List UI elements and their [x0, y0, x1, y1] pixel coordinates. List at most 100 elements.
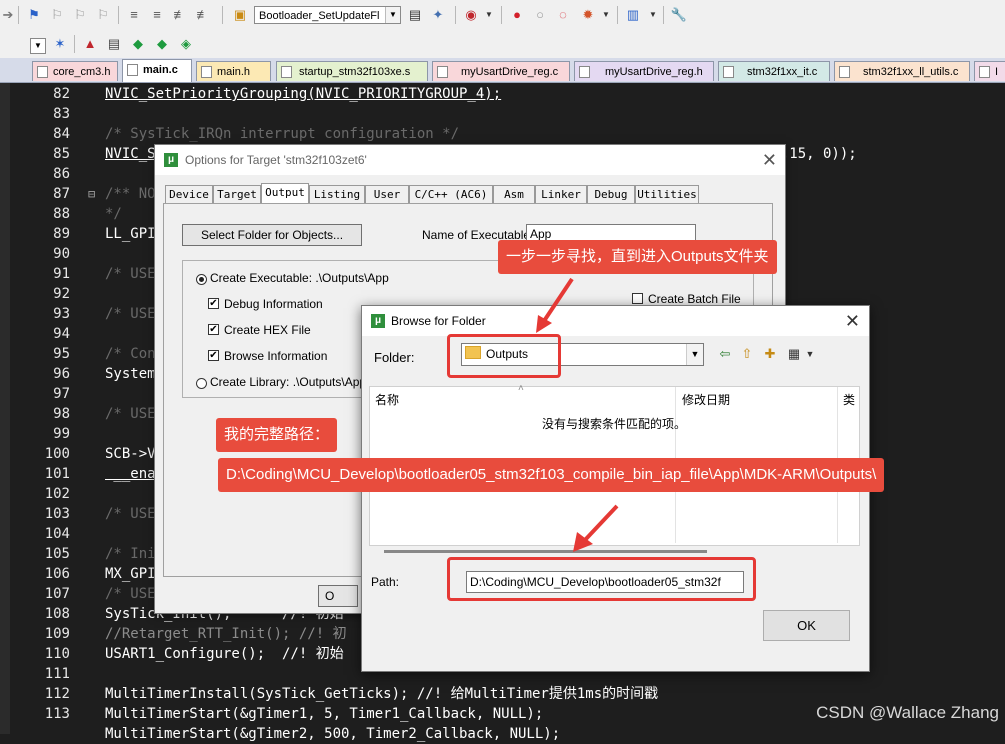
tab-main-h[interactable]: main.h: [196, 61, 271, 81]
manage-icon[interactable]: ▤: [407, 7, 423, 23]
device-database-icon[interactable]: ◈: [178, 36, 194, 52]
window-layout-icon[interactable]: ▥: [625, 7, 641, 23]
code-line[interactable]: /* USE: [105, 584, 156, 604]
pack-installer-icon[interactable]: ◆: [130, 36, 146, 52]
ok-button[interactable]: OK: [763, 610, 850, 641]
ok-button[interactable]: O: [318, 585, 358, 607]
target-options-icon[interactable]: ▣: [232, 7, 248, 23]
code-line[interactable]: /* USE: [105, 264, 156, 284]
select-packs-icon[interactable]: ▤: [106, 36, 122, 52]
code-line[interactable]: /* SysTick_IRQn interrupt configuration …: [105, 124, 459, 144]
tab-cpp[interactable]: C/C++ (AC6): [409, 185, 493, 203]
disable-breakpoint-icon[interactable]: ○: [532, 7, 548, 23]
line-number: 102: [44, 486, 70, 502]
column-name[interactable]: 名称: [375, 391, 399, 408]
code-line[interactable]: MultiTimerStart(&gTimer2, 500, Timer2_Ca…: [105, 724, 560, 744]
magic-wand-icon[interactable]: ✶: [52, 36, 68, 52]
new-folder-icon[interactable]: ✚: [762, 346, 778, 362]
tab-listing[interactable]: Listing: [309, 185, 365, 203]
tab-target[interactable]: Target: [213, 185, 261, 203]
tab-asm[interactable]: Asm: [493, 185, 535, 203]
breakpoint-dropdown-icon[interactable]: ▼: [598, 7, 614, 23]
indent-icon[interactable]: ≡: [126, 7, 142, 23]
horizontal-scrollbar[interactable]: [384, 550, 707, 553]
code-line[interactable]: USART1_Configure(); //! 初始: [105, 644, 344, 664]
uncomment-icon[interactable]: ≢: [195, 7, 211, 23]
close-icon[interactable]: ✕: [762, 145, 777, 175]
tab-stm32f1xx-ll-utils-c[interactable]: stm32f1xx_ll_utils.c: [834, 61, 970, 81]
back-icon[interactable]: ⇦: [717, 346, 733, 362]
code-line[interactable]: NVIC_SetPriorityGrouping(NVIC_PRIORITYGR…: [105, 84, 501, 104]
tab-stm32f1xx-it-c[interactable]: stm32f1xx_it.c: [718, 61, 830, 81]
create-batch-checkbox[interactable]: [632, 293, 643, 304]
column-modified[interactable]: 修改日期: [682, 391, 730, 408]
find-dropdown-icon[interactable]: ▼: [481, 7, 497, 23]
manage-packs-icon[interactable]: ▲: [82, 36, 98, 52]
column-type[interactable]: 类: [843, 391, 855, 408]
breakpoint-icon[interactable]: ●: [509, 7, 525, 23]
create-library-radio[interactable]: [196, 378, 207, 389]
tab-label: stm32f1xx_it.c: [747, 66, 818, 78]
code-line[interactable]: /* USE: [105, 304, 156, 324]
line-number: 98: [53, 406, 70, 422]
line-number: 97: [53, 386, 70, 402]
kill-breakpoints-icon[interactable]: ✹: [580, 7, 596, 23]
code-line[interactable]: System: [105, 364, 156, 384]
tab-myusartdrive-reg-h[interactable]: myUsartDrive_reg.h: [574, 61, 714, 81]
code-line[interactable]: /* USE: [105, 504, 156, 524]
next-bookmark-icon[interactable]: ⚐: [72, 7, 88, 23]
up-folder-icon[interactable]: ⇧: [739, 346, 755, 362]
code-line[interactable]: SCB->V: [105, 444, 156, 464]
tab-more[interactable]: I: [974, 61, 1005, 81]
prev-bookmark-icon[interactable]: ⚐: [49, 7, 65, 23]
code-line[interactable]: /* Ini: [105, 544, 156, 564]
file-icon: [979, 66, 990, 78]
browse-info-checkbox[interactable]: ✔: [208, 350, 219, 361]
comment-icon[interactable]: ≢: [172, 7, 188, 23]
fold-collapse-icon[interactable]: ⊟: [88, 187, 95, 201]
arrow-right-icon[interactable]: ➔: [0, 7, 16, 23]
code-line[interactable]: MultiTimerStart(&gTimer1, 5, Timer1_Call…: [105, 704, 543, 724]
close-icon[interactable]: ✕: [845, 306, 860, 336]
tab-user[interactable]: User: [365, 185, 409, 203]
tab-utilities[interactable]: Utilities: [635, 185, 699, 203]
tab-core-cm3-h[interactable]: core_cm3.h: [32, 61, 118, 81]
create-hex-label: Create HEX File: [224, 323, 311, 337]
code-line[interactable]: /* Con: [105, 344, 156, 364]
code-line[interactable]: LL_GPI: [105, 224, 156, 244]
wrench-icon[interactable]: 🔧: [671, 7, 687, 23]
clear-breakpoints-icon[interactable]: ◌: [555, 7, 571, 23]
tab-linker[interactable]: Linker: [535, 185, 587, 203]
tab-myusartdrive-reg-c[interactable]: myUsartDrive_reg.c: [432, 61, 570, 81]
unindent-icon[interactable]: ≡: [149, 7, 165, 23]
tab-startup-s[interactable]: startup_stm32f103xe.s: [276, 61, 428, 81]
debug-info-checkbox[interactable]: ✔: [208, 298, 219, 309]
create-hex-checkbox[interactable]: ✔: [208, 324, 219, 335]
dialog-title: Options for Target 'stm32f103zet6': [185, 153, 367, 167]
dialog-title: Browse for Folder: [391, 314, 486, 328]
create-executable-radio[interactable]: [196, 274, 207, 285]
code-line[interactable]: NVIC_S: [105, 144, 156, 164]
run-time-env-icon[interactable]: ◆: [154, 36, 170, 52]
tab-label: main.h: [217, 66, 251, 78]
view-dropdown-icon[interactable]: ▼: [802, 346, 818, 362]
view-menu-icon[interactable]: ▦: [786, 346, 802, 362]
code-line[interactable]: //Retarget_RTT_Init(); //! 初: [105, 624, 347, 644]
tab-main-c[interactable]: main.c: [122, 59, 192, 82]
select-folder-button[interactable]: Select Folder for Objects...: [182, 224, 362, 246]
code-line[interactable]: /** NO: [105, 184, 156, 204]
tab-device[interactable]: Device: [165, 185, 213, 203]
bookmark-icon[interactable]: ⚑: [26, 7, 42, 23]
tab-debug[interactable]: Debug: [587, 185, 635, 203]
target-select[interactable]: Bootloader_SetUpdateFl ▼: [254, 6, 401, 24]
chevron-down-icon[interactable]: ▼: [30, 38, 46, 54]
code-line[interactable]: /* USE: [105, 404, 156, 424]
code-line[interactable]: MultiTimerInstall(SysTick_GetTicks); //!…: [105, 684, 658, 704]
wand-icon[interactable]: ✦: [430, 7, 446, 23]
clear-bookmarks-icon[interactable]: ⚐: [95, 7, 111, 23]
tab-output[interactable]: Output: [261, 183, 309, 204]
code-line[interactable]: */: [105, 204, 122, 224]
find-icon[interactable]: ◉: [463, 7, 479, 23]
code-line[interactable]: MX_GPI: [105, 564, 156, 584]
layout-dropdown-icon[interactable]: ▼: [645, 7, 661, 23]
